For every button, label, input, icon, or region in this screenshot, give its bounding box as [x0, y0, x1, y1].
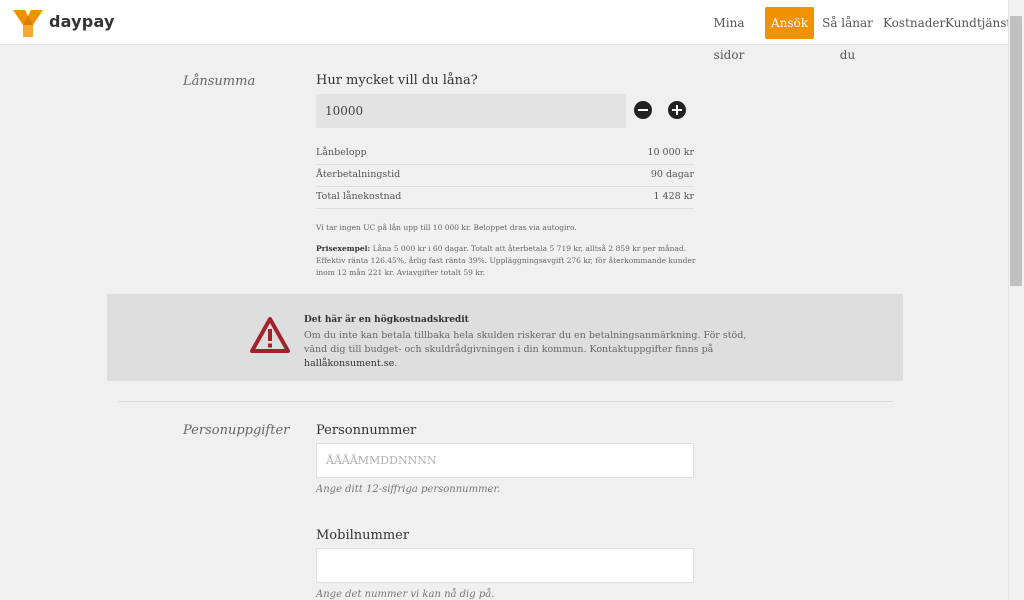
- increase-amount-button[interactable]: [668, 101, 686, 119]
- daypay-logo-icon[interactable]: [11, 7, 45, 39]
- warning-triangle-icon: [250, 317, 290, 353]
- phone-help-text: Ange det nummer vi kan nå dig på.: [316, 589, 495, 600]
- loan-section-label: Lånsumma: [183, 74, 256, 89]
- nav-sa-lanar-du[interactable]: Så lånar du: [817, 7, 878, 62]
- loan-question: Hur mycket vill du låna?: [316, 73, 478, 88]
- price-example-text: Låna 5 000 kr i 60 dagar. Totalt att åte…: [316, 244, 696, 277]
- decrease-amount-button[interactable]: [634, 101, 652, 119]
- high-cost-credit-warning: Det här är en högkostnadskredit Om du in…: [107, 294, 903, 381]
- summary-label: Total lånekostnad: [316, 191, 402, 202]
- nav-kundtjanst[interactable]: Kundtjänst: [945, 7, 1011, 39]
- section-divider: [118, 401, 893, 402]
- ssn-input[interactable]: [316, 443, 694, 478]
- phone-label: Mobilnummer: [316, 528, 410, 543]
- warning-text: Om du inte kan betala tillbaka hela skul…: [304, 330, 747, 369]
- nav-mina-sidor[interactable]: Mina sidor: [697, 7, 761, 62]
- loan-amount-input[interactable]: [316, 94, 626, 128]
- summary-row-total-cost: Total lånekostnad 1 428 kr: [316, 187, 694, 209]
- brand-name[interactable]: daypay: [49, 12, 115, 31]
- price-example-label: Prisexempel:: [316, 244, 371, 253]
- nav-kostnader[interactable]: Kostnader: [883, 7, 945, 39]
- summary-label: Återbetalningstid: [316, 169, 401, 180]
- nav-ansok[interactable]: Ansök: [765, 7, 814, 39]
- ssn-help-text: Ange ditt 12-siffriga personnummer.: [316, 484, 501, 495]
- price-example: Prisexempel: Låna 5 000 kr i 60 dagar. T…: [316, 243, 696, 279]
- summary-value: 90 dagar: [650, 169, 694, 180]
- summary-row-repayment-time: Återbetalningstid 90 dagar: [316, 165, 694, 187]
- top-navbar: daypay Mina sidor Ansök Så lånar du Kost…: [0, 0, 1011, 62]
- summary-value: 10 000 kr: [647, 147, 694, 158]
- personal-section-label: Personuppgifter: [183, 423, 290, 438]
- uc-note: Vi tar ingen UC på lån upp till 10 000 k…: [316, 223, 577, 232]
- summary-row-loan-amount: Lånbelopp 10 000 kr: [316, 143, 694, 165]
- hallakonsument-link[interactable]: hallåkonsument.se: [304, 358, 394, 369]
- summary-label: Lånbelopp: [316, 147, 367, 158]
- warning-title: Det här är en högkostnadskredit: [304, 315, 469, 325]
- ssn-label: Personnummer: [316, 423, 417, 438]
- scrollbar-thumb[interactable]: [1010, 16, 1022, 286]
- summary-value: 1 428 kr: [653, 191, 694, 202]
- minus-circle-icon: [638, 109, 648, 111]
- phone-input[interactable]: [316, 548, 694, 583]
